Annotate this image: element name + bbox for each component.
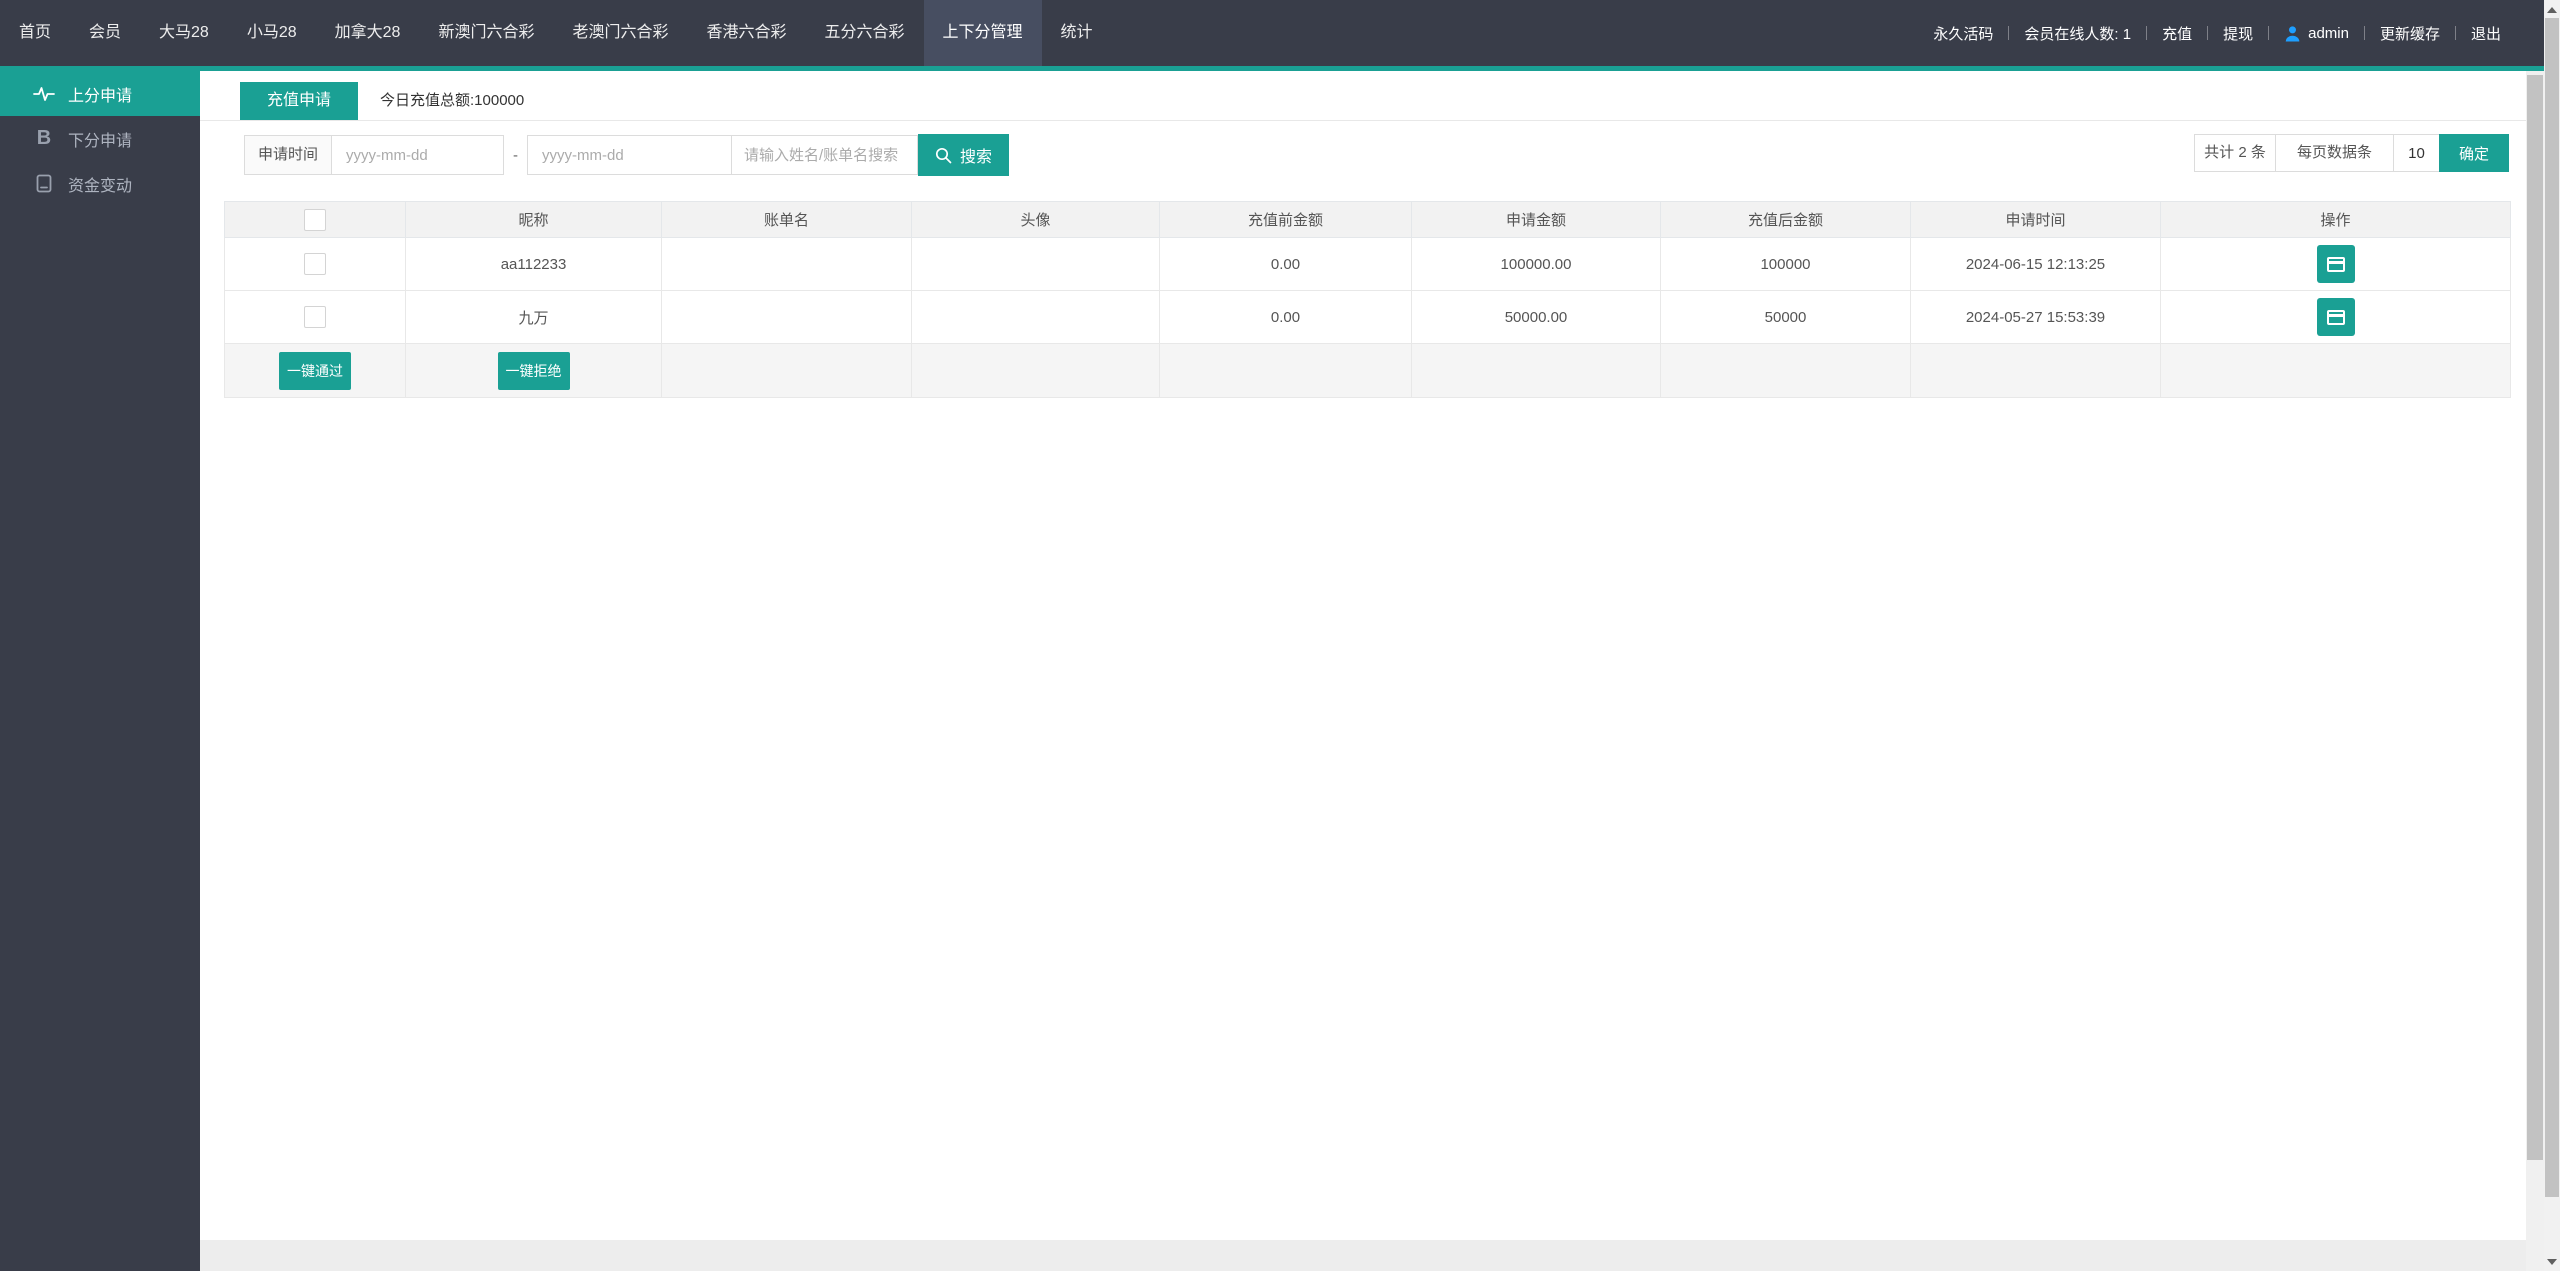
user-icon xyxy=(2284,25,2301,42)
header-actions: 操作 xyxy=(2161,202,2511,238)
inner-vertical-scrollbar[interactable] xyxy=(2526,71,2544,1271)
filter-bar: 申请时间 - 搜索 xyxy=(244,134,2526,176)
sidebar-item-label: 上分申请 xyxy=(68,82,132,106)
per-page-label: 每页数据条 xyxy=(2275,134,2394,172)
search-input[interactable] xyxy=(732,135,918,175)
apply-time-label: 申请时间 xyxy=(244,135,332,175)
total-count: 共计 2 条 xyxy=(2194,134,2276,172)
window-icon xyxy=(2327,257,2345,272)
sidebar-item-label: 资金变动 xyxy=(68,172,132,196)
cell-nickname: 九万 xyxy=(406,291,662,344)
tab-recharge-request[interactable]: 充值申请 xyxy=(240,82,358,120)
row-checkbox[interactable] xyxy=(304,253,326,275)
row-detail-button[interactable] xyxy=(2317,298,2355,336)
nav-item-updown-management[interactable]: 上下分管理 xyxy=(924,0,1042,66)
recharge-link[interactable]: 充值 xyxy=(2147,23,2207,44)
inner-scrollbar-thumb[interactable] xyxy=(2527,75,2543,1160)
recharge-table-wrap: 昵称 账单名 头像 充值前金额 申请金额 充值后金额 申请时间 操作 aa112… xyxy=(224,201,2509,398)
refresh-cache-link[interactable]: 更新缓存 xyxy=(2365,23,2455,44)
nav-item-statistics[interactable]: 统计 xyxy=(1042,0,1112,66)
cell-avatar xyxy=(912,291,1160,344)
scroll-up-arrow-icon[interactable] xyxy=(2547,7,2557,13)
admin-username: admin xyxy=(2308,25,2349,42)
nav-item-xiaoma28[interactable]: 小马28 xyxy=(228,0,316,66)
cell-apply-amount: 100000.00 xyxy=(1412,238,1661,291)
row-detail-button[interactable] xyxy=(2317,245,2355,283)
ledger-icon xyxy=(30,174,58,193)
sidebar: 上分申请 B 下分申请 资金变动 xyxy=(0,71,200,1271)
table-row: 九万 0.00 50000.00 50000 2024-05-27 15:53:… xyxy=(225,291,2511,344)
cell-before-amount: 0.00 xyxy=(1160,238,1412,291)
sidebar-item-recharge-request[interactable]: 上分申请 xyxy=(0,71,200,116)
date-range-separator: - xyxy=(513,147,518,164)
promo-code-link[interactable]: 永久活码 xyxy=(1918,23,2008,44)
confirm-button[interactable]: 确定 xyxy=(2439,134,2509,172)
reject-all-button[interactable]: 一键拒绝 xyxy=(498,352,570,390)
nav-item-laoaomen[interactable]: 老澳门六合彩 xyxy=(553,0,687,66)
header-after-amount: 充值后金额 xyxy=(1661,202,1911,238)
header-select-all xyxy=(225,202,406,238)
cell-bill-name xyxy=(662,238,912,291)
header-before-amount: 充值前金额 xyxy=(1160,202,1412,238)
outer-scrollbar-thumb[interactable] xyxy=(2545,18,2559,1197)
header-apply-amount: 申请金额 xyxy=(1412,202,1661,238)
today-recharge-total: 今日充值总额:100000 xyxy=(380,82,524,120)
online-count: 会员在线人数: 1 xyxy=(2009,23,2146,44)
cell-after-amount: 100000 xyxy=(1661,238,1911,291)
outer-vertical-scrollbar[interactable] xyxy=(2544,0,2560,1271)
horizontal-scrollbar-track[interactable] xyxy=(200,1240,2526,1271)
cell-apply-time: 2024-06-15 12:13:25 xyxy=(1911,238,2161,291)
cell-apply-amount: 50000.00 xyxy=(1412,291,1661,344)
recharge-table: 昵称 账单名 头像 充值前金额 申请金额 充值后金额 申请时间 操作 aa112… xyxy=(224,201,2511,398)
row-checkbox[interactable] xyxy=(304,306,326,328)
nav-item-wufen[interactable]: 五分六合彩 xyxy=(806,0,924,66)
scroll-down-arrow-icon[interactable] xyxy=(2547,1259,2557,1265)
header-bill-name: 账单名 xyxy=(662,202,912,238)
top-nav-right: 永久活码 会员在线人数: 1 充值 提现 admin 更新缓存 退出 xyxy=(1918,0,2544,66)
nav-item-jianada28[interactable]: 加拿大28 xyxy=(316,0,420,66)
table-footer-row: 一键通过 一键拒绝 xyxy=(225,344,2511,398)
nav-item-members[interactable]: 会员 xyxy=(70,0,140,66)
cell-apply-time: 2024-05-27 15:53:39 xyxy=(1911,291,2161,344)
header-nickname: 昵称 xyxy=(406,202,662,238)
withdraw-link[interactable]: 提现 xyxy=(2208,23,2268,44)
date-to-input[interactable] xyxy=(527,135,732,175)
approve-all-button[interactable]: 一键通过 xyxy=(279,352,351,390)
cell-after-amount: 50000 xyxy=(1661,291,1911,344)
date-from-input[interactable] xyxy=(332,135,504,175)
per-page-input[interactable] xyxy=(2393,134,2440,172)
admin-user-menu[interactable]: admin xyxy=(2269,25,2364,42)
cell-bill-name xyxy=(662,291,912,344)
top-nav: 首页 会员 大马28 小马28 加拿大28 新澳门六合彩 老澳门六合彩 香港六合… xyxy=(0,0,2544,66)
top-nav-menu: 首页 会员 大马28 小马28 加拿大28 新澳门六合彩 老澳门六合彩 香港六合… xyxy=(0,0,1112,66)
header-avatar: 头像 xyxy=(912,202,1160,238)
sidebar-item-withdraw-request[interactable]: B 下分申请 xyxy=(0,116,200,161)
search-button-label: 搜索 xyxy=(960,143,992,167)
tab-row: 充值申请 今日充值总额:100000 xyxy=(200,71,2526,121)
nav-item-xinaomen[interactable]: 新澳门六合彩 xyxy=(419,0,553,66)
cell-before-amount: 0.00 xyxy=(1160,291,1412,344)
sidebar-item-fund-changes[interactable]: 资金变动 xyxy=(0,161,200,206)
header-apply-time: 申请时间 xyxy=(1911,202,2161,238)
pulse-icon xyxy=(30,86,58,102)
cell-avatar xyxy=(912,238,1160,291)
window-icon xyxy=(2327,310,2345,325)
nav-item-home[interactable]: 首页 xyxy=(0,0,70,66)
cell-nickname: aa112233 xyxy=(406,238,662,291)
b-icon: B xyxy=(30,127,58,150)
search-icon xyxy=(935,147,952,164)
search-button[interactable]: 搜索 xyxy=(918,134,1009,176)
pagination-controls: 共计 2 条 每页数据条 确定 xyxy=(2194,134,2509,172)
main-content: 充值申请 今日充值总额:100000 申请时间 - 搜索 共计 2 条 每页数据… xyxy=(200,71,2526,1240)
sidebar-item-label: 下分申请 xyxy=(68,127,132,151)
select-all-checkbox[interactable] xyxy=(304,209,326,231)
table-header-row: 昵称 账单名 头像 充值前金额 申请金额 充值后金额 申请时间 操作 xyxy=(225,202,2511,238)
logout-link[interactable]: 退出 xyxy=(2456,23,2516,44)
table-row: aa112233 0.00 100000.00 100000 2024-06-1… xyxy=(225,238,2511,291)
nav-item-xianggang[interactable]: 香港六合彩 xyxy=(688,0,806,66)
nav-item-dama28[interactable]: 大马28 xyxy=(140,0,228,66)
